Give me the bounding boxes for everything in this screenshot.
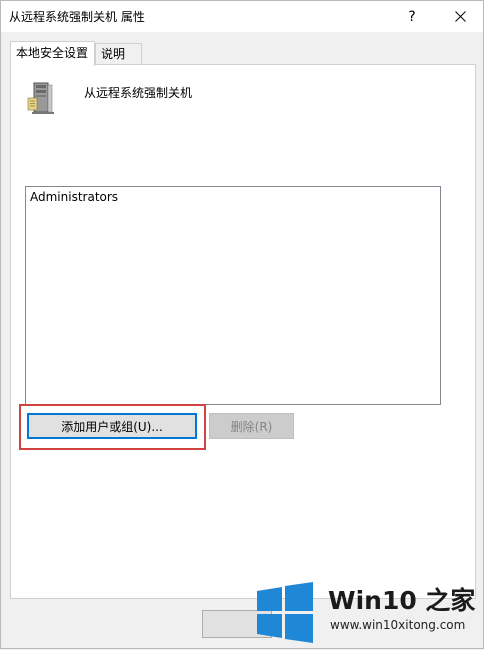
window-title: 从远程系统强制关机 属性	[9, 10, 145, 24]
add-user-or-group-button[interactable]: 添加用户或组(U)...	[27, 413, 197, 439]
help-button[interactable]: ?	[389, 1, 435, 32]
server-icon	[27, 82, 54, 114]
add-button-label: 添加用户或组(U)...	[61, 419, 163, 434]
tab-explain[interactable]: 说明	[95, 43, 142, 64]
close-button[interactable]	[437, 1, 483, 32]
title-bar: 从远程系统强制关机 属性 ?	[1, 1, 483, 32]
tab-panel: 从远程系统强制关机 Administrators 添加用户或组(U)... 删除…	[10, 64, 476, 599]
windows-logo-icon	[257, 582, 313, 643]
help-icon: ?	[408, 8, 416, 25]
tab-local-security-setting[interactable]: 本地安全设置	[10, 41, 95, 66]
tab-label: 说明	[101, 47, 126, 61]
tab-label: 本地安全设置	[16, 46, 89, 60]
watermark-title: Win10 之家	[328, 586, 476, 615]
remove-button-label: 删除(R)	[230, 419, 273, 434]
list-item[interactable]: Administrators	[30, 190, 118, 204]
close-icon	[454, 11, 466, 22]
assigned-users-list[interactable]: Administrators	[25, 186, 441, 405]
remove-button: 删除(R)	[209, 413, 294, 439]
watermark: Win10 之家 www.win10xitong.com	[233, 577, 484, 650]
properties-dialog: 从远程系统强制关机 属性 ? 本地安全设置 说明 从远程系统强制关机 Admin…	[0, 0, 484, 649]
watermark-url: www.win10xitong.com	[330, 618, 466, 632]
policy-name: 从远程系统强制关机	[84, 86, 193, 100]
